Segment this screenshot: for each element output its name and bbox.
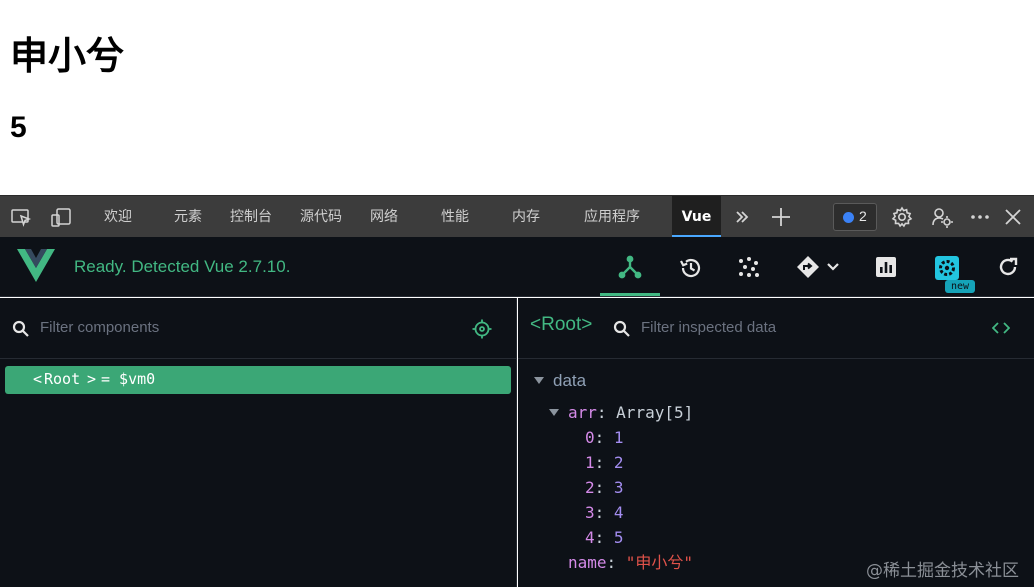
- scatter-dots-icon: [739, 257, 759, 277]
- devtools-tab-bar: 欢迎 元素 控制台 源代码 网络 性能 内存 应用程序 Vue: [0, 195, 1034, 238]
- inspector-filter-row: <Root> Filter inspected data: [518, 298, 1034, 359]
- collapse-data-icon[interactable]: [534, 377, 544, 384]
- vue-logo-icon: [17, 249, 55, 287]
- close-devtools-icon[interactable]: [1002, 206, 1024, 228]
- name-value: "申小兮": [625, 553, 694, 572]
- tab-welcome[interactable]: 欢迎: [92, 196, 144, 238]
- inspected-component-name: Root: [541, 314, 582, 335]
- device-toolbar-icon[interactable]: [50, 206, 72, 228]
- tab-elements[interactable]: 元素: [162, 196, 214, 238]
- routes-menu-button[interactable]: [786, 247, 850, 287]
- arr-item-row: 1: 2: [585, 453, 624, 472]
- components-panel: Filter components: [0, 298, 517, 587]
- refresh-button[interactable]: [986, 247, 1030, 287]
- tab-sources[interactable]: 源代码: [292, 196, 350, 238]
- issues-counter-button[interactable]: 2: [833, 203, 877, 231]
- filter-inspected-data-input[interactable]: Filter inspected data: [641, 319, 776, 336]
- more-tabs-icon[interactable]: [731, 206, 753, 228]
- root-vm-reference: = $vm0: [101, 370, 156, 388]
- issues-count: 2: [859, 208, 867, 224]
- history-icon: [680, 258, 701, 278]
- new-badge: new: [945, 280, 975, 293]
- components-filter-row: Filter components: [0, 298, 516, 359]
- arr-type: Array[5]: [616, 403, 694, 422]
- tab-performance[interactable]: 性能: [430, 196, 480, 238]
- search-icon: [12, 320, 30, 342]
- watermark: @稀土掘金技术社区: [866, 561, 1019, 581]
- root-component-name: Root: [44, 370, 81, 388]
- settings-gear-icon[interactable]: [891, 206, 913, 228]
- select-component-target-icon[interactable]: [472, 319, 492, 343]
- root-open-bracket: <: [33, 370, 43, 388]
- arr-property-row[interactable]: arr: Array[5]: [568, 403, 693, 423]
- page-content: 申小兮 5: [0, 0, 1034, 195]
- tab-memory[interactable]: 内存: [500, 196, 552, 238]
- components-tree-icon: [618, 255, 642, 279]
- issues-icon: [843, 212, 854, 223]
- root-close-bracket: >: [87, 370, 97, 388]
- inspected-component-label: <Root>: [530, 314, 593, 335]
- arr-item-row: 0: 1: [585, 428, 624, 447]
- more-options-icon[interactable]: [969, 206, 991, 228]
- route-directions-icon: [797, 256, 839, 278]
- performance-dots-button[interactable]: [727, 247, 771, 287]
- name-property-row[interactable]: name: "申小兮": [568, 553, 693, 573]
- settings-cog-icon: [935, 256, 959, 280]
- customize-connection-icon[interactable]: [931, 206, 953, 228]
- collapse-arr-icon[interactable]: [549, 409, 559, 416]
- vue-detected-status: Ready. Detected Vue 2.7.10.: [74, 257, 291, 276]
- refresh-icon: [999, 257, 1018, 276]
- search-icon: [613, 320, 631, 342]
- arr-key: arr: [568, 403, 597, 422]
- filter-components-input[interactable]: Filter components: [40, 319, 159, 336]
- bar-chart-icon: [876, 257, 896, 277]
- page-count-heading: 5: [10, 111, 27, 144]
- page-heading: 申小兮: [10, 34, 125, 78]
- tab-vue[interactable]: Vue: [672, 196, 721, 238]
- data-section-label[interactable]: data: [553, 371, 586, 391]
- vuex-chart-button[interactable]: [864, 247, 908, 287]
- arr-item-row: 2: 3: [585, 478, 624, 497]
- arr-item-row: 4: 5: [585, 528, 624, 547]
- inspect-element-icon[interactable]: [10, 206, 32, 228]
- tab-application[interactable]: 应用程序: [576, 196, 648, 238]
- component-tree-root-row[interactable]: < Root > = $vm0: [5, 366, 511, 394]
- add-tab-icon[interactable]: [770, 206, 792, 228]
- timeline-button[interactable]: [668, 247, 712, 287]
- components-view-button[interactable]: [608, 247, 652, 287]
- name-key: name: [568, 553, 607, 572]
- tab-console[interactable]: 控制台: [222, 196, 280, 238]
- tab-network[interactable]: 网络: [360, 196, 408, 238]
- code-view-icon[interactable]: [991, 320, 1011, 340]
- active-view-indicator: [600, 293, 660, 296]
- arr-item-row: 3: 4: [585, 503, 624, 522]
